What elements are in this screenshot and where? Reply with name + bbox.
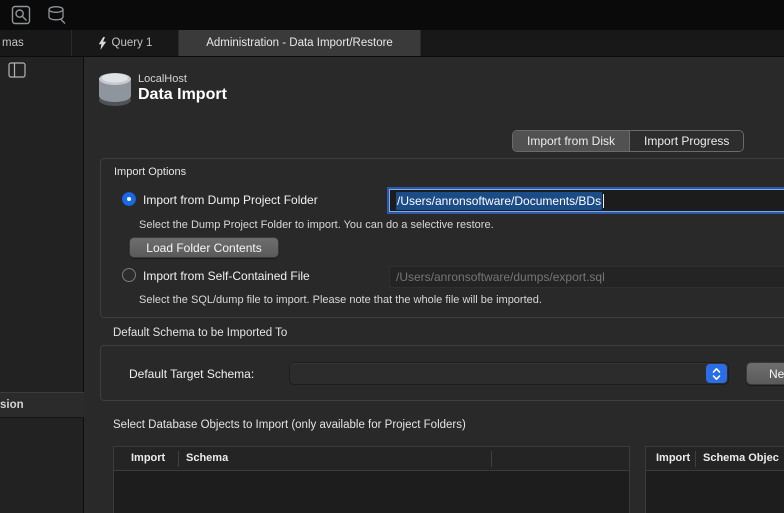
editor-tab-bar: mas Query 1 Administration - Data Import… [0, 30, 784, 57]
dump-path-input[interactable]: /Users/anronsoftware/Documents/BDs [389, 189, 784, 212]
self-contained-file-radio[interactable] [122, 268, 136, 282]
panel-toggle-button[interactable] [6, 60, 28, 80]
session-section-label: sion [0, 399, 24, 411]
tab-schemas-label: mas [2, 37, 24, 49]
dump-folder-radio-label: Import from Dump Project Folder [143, 193, 318, 207]
schemas-table-header: Import Schema [114, 447, 629, 471]
dump-folder-help-text: Select the Dump Project Folder to import… [139, 219, 494, 231]
tab-schemas[interactable]: mas [0, 30, 72, 56]
up-down-chevron-icon [712, 367, 721, 381]
dump-path-value: /Users/anronsoftware/Documents/BDs [396, 192, 602, 210]
target-schema-dropdown[interactable] [289, 362, 729, 385]
host-label: LocalHost [138, 73, 187, 85]
view-switch: Import from Disk Import Progress [512, 130, 744, 152]
file-path-input[interactable]: /Users/anronsoftware/dumps/export.sql [389, 266, 784, 288]
text-caret [603, 194, 604, 208]
tab-import-progress[interactable]: Import Progress [629, 131, 743, 151]
objects-col-import: Import [656, 452, 690, 464]
default-schema-panel: Default Target Schema: New [100, 345, 784, 401]
self-contained-file-radio-label: Import from Self-Contained File [143, 269, 310, 283]
data-import-view: LocalHost Data Import Import from Disk I… [84, 57, 784, 513]
tab-query-1-label: Query 1 [112, 37, 153, 49]
server-connection-button[interactable] [44, 3, 70, 27]
import-options-label: Import Options [114, 166, 186, 178]
panel-layout-icon [8, 62, 26, 78]
file-path-value: /Users/anronsoftware/dumps/export.sql [396, 270, 605, 284]
file-help-text: Select the SQL/dump file to import. Plea… [139, 294, 542, 306]
page-title: Data Import [138, 86, 227, 104]
tab-administration-label: Administration - Data Import/Restore [206, 37, 393, 49]
load-folder-contents-button[interactable]: Load Folder Contents [129, 237, 279, 258]
dump-folder-radio[interactable] [122, 192, 136, 206]
workbench-window: mas Query 1 Administration - Data Import… [0, 0, 784, 513]
tab-bar-filler [421, 30, 784, 56]
database-icon [96, 67, 134, 109]
database-server-icon [46, 4, 68, 26]
schema-objects-table: Import Schema Objec [645, 446, 784, 513]
schemas-col-import: Import [131, 452, 165, 464]
objects-col-schema-object: Schema Objec [703, 452, 779, 464]
column-divider [695, 451, 696, 467]
objects-section-label: Select Database Objects to Import (only … [113, 419, 466, 431]
default-schema-section-label: Default Schema to be Imported To [113, 327, 287, 339]
lightning-icon [98, 37, 107, 50]
column-divider [178, 451, 179, 467]
radio-dot-icon [127, 197, 131, 201]
default-target-schema-label: Default Target Schema: [129, 367, 254, 381]
schemas-table: Import Schema [113, 446, 630, 513]
tab-query-1[interactable]: Query 1 [72, 30, 179, 56]
column-divider [491, 451, 492, 467]
import-options-panel: Import Options Import from Dump Project … [100, 158, 784, 318]
dropdown-stepper [706, 364, 727, 383]
sidebar-section-session[interactable]: sion [0, 392, 84, 418]
magnifier-document-icon [11, 5, 31, 25]
inspect-document-button[interactable] [8, 3, 34, 27]
new-schema-button[interactable]: New [746, 362, 784, 385]
top-toolbar [0, 0, 784, 30]
schemas-col-schema: Schema [186, 452, 228, 464]
left-sidebar: sion [0, 57, 84, 513]
schema-objects-table-body[interactable] [646, 471, 784, 513]
schemas-table-body[interactable] [114, 471, 629, 513]
tab-administration-data-import[interactable]: Administration - Data Import/Restore [179, 30, 421, 56]
tab-import-from-disk[interactable]: Import from Disk [513, 131, 629, 151]
schema-objects-table-header: Import Schema Objec [646, 447, 784, 471]
